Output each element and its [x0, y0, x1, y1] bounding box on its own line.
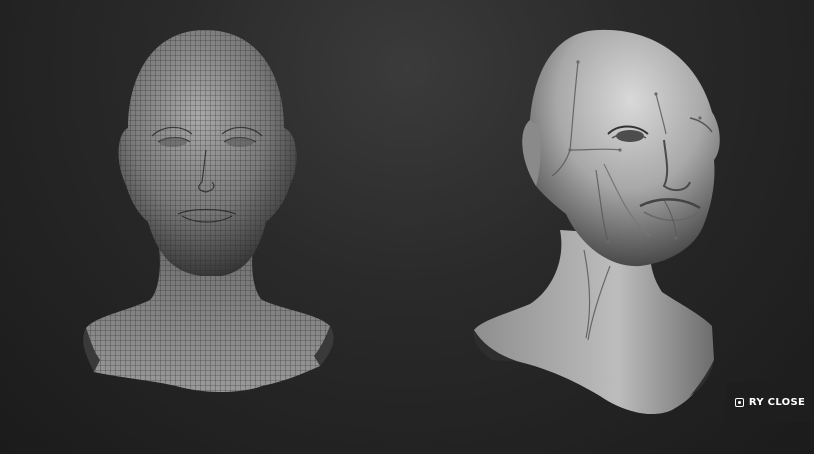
camera-icon	[734, 397, 744, 407]
close-view-label: RY CLOSE	[748, 396, 806, 408]
render-scene	[83, 29, 720, 415]
wireframe-head-model	[83, 30, 334, 392]
render-viewport: RY CLOSE	[0, 0, 814, 454]
close-view-button[interactable]: RY CLOSE	[726, 382, 814, 422]
sculpted-head-model	[473, 29, 720, 415]
